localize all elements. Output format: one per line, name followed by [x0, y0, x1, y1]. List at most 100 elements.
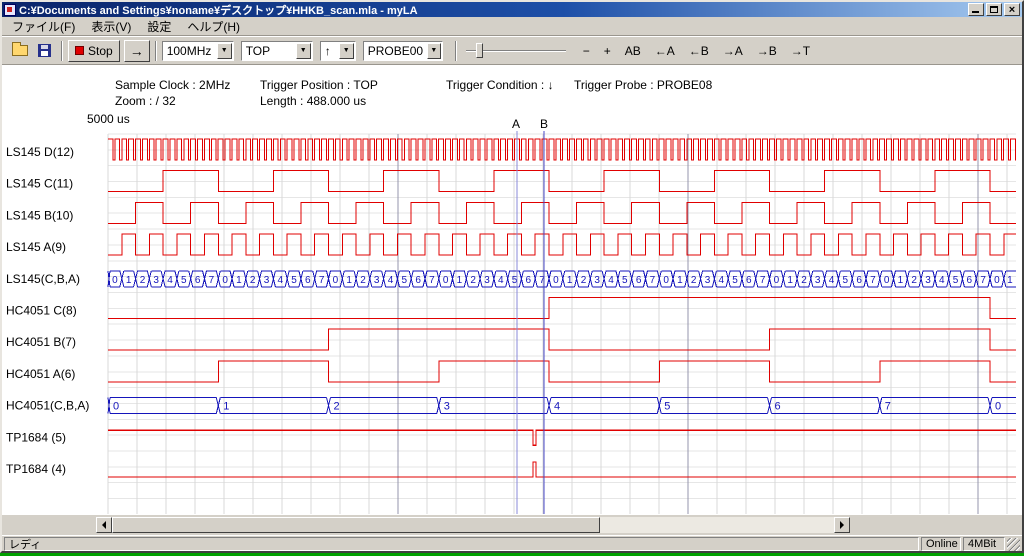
toolbar-separator [155, 41, 157, 61]
zoom-slider-thumb[interactable] [476, 43, 483, 58]
status-ready: レディ [4, 537, 919, 551]
trigger-position-select[interactable]: TOP ▼ [241, 41, 313, 61]
bus-value: 4 [388, 275, 394, 286]
title-bar[interactable]: C:¥Documents and Settings¥noname¥デスクトップ¥… [2, 2, 1022, 17]
bus-value: 5 [843, 275, 849, 286]
bus-value: 0 [553, 275, 559, 286]
bus-value: 6 [305, 275, 311, 286]
bus-value: 4 [498, 275, 504, 286]
sample-clock-value: 100MHz [163, 44, 217, 58]
app-icon [4, 4, 16, 16]
bus-value: 2 [140, 275, 146, 286]
app-window: C:¥Documents and Settings¥noname¥デスクトップ¥… [0, 0, 1024, 553]
waveform-pulse [108, 462, 1016, 477]
channel-label: LS145 B(10) [6, 208, 73, 222]
bus-value: 4 [278, 275, 284, 286]
open-folder-icon [12, 45, 28, 56]
resize-grip[interactable] [1007, 538, 1020, 551]
waveform-area[interactable]: LS145 D(12)LS145 C(11)LS145 B(10)LS145 A… [2, 65, 1022, 515]
scrollbar-thumb[interactable] [112, 517, 600, 533]
bus-value: 3 [705, 275, 711, 286]
goto-a-left-button[interactable]: ←A [650, 40, 680, 62]
bus-value: 5 [953, 275, 959, 286]
bus-value: 0 [222, 275, 228, 286]
channel-label: LS145 A(9) [6, 240, 66, 254]
save-button[interactable] [32, 40, 56, 62]
bus-value: 0 [884, 275, 890, 286]
bus-value: 2 [911, 275, 917, 286]
bus-value: 7 [650, 275, 656, 286]
stop-icon [75, 46, 84, 55]
channel-label: HC4051 A(6) [6, 367, 75, 381]
scroll-left-button[interactable] [96, 517, 112, 533]
toolbar-separator [61, 41, 63, 61]
window-title: C:¥Documents and Settings¥noname¥デスクトップ¥… [19, 2, 964, 18]
goto-a-right-button[interactable]: →A [718, 40, 748, 62]
bus-value: 7 [209, 275, 215, 286]
info-length: Length : 488.000 us [260, 94, 366, 108]
dropdown-arrow-icon[interactable]: ▼ [296, 43, 311, 59]
scroll-left-icon [98, 521, 106, 529]
bus-value: 0 [994, 275, 1000, 286]
info-sample-clock: Sample Clock : 2MHz [115, 78, 230, 92]
maximize-icon [990, 6, 998, 13]
channel-label: LS145 D(12) [6, 145, 74, 159]
bus-value: 5 [402, 275, 408, 286]
goto-b-right-button[interactable]: →B [752, 40, 782, 62]
trigger-probe-select[interactable]: PROBE00 ▼ [363, 41, 443, 61]
bus-value: 4 [829, 275, 835, 286]
cursor-a-label[interactable]: A [512, 117, 520, 131]
trigger-edge-select[interactable]: ↑ ▼ [320, 41, 356, 61]
run-button[interactable]: → [124, 40, 150, 62]
bus-value: 6 [746, 275, 752, 286]
dropdown-arrow-icon[interactable]: ▼ [339, 43, 354, 59]
stop-button[interactable]: Stop [68, 40, 120, 62]
info-trigger-position: Trigger Position : TOP [260, 78, 378, 92]
minimize-icon [972, 11, 979, 13]
waveform-client: LS145 D(12)LS145 C(11)LS145 B(10)LS145 A… [2, 65, 1022, 515]
bus-value: 4 [719, 275, 725, 286]
zoom-out-button[interactable]: − [578, 40, 595, 62]
scroll-right-icon [840, 521, 848, 529]
menu-view[interactable]: 表示(V) [83, 16, 139, 37]
menu-settings[interactable]: 設定 [139, 16, 179, 37]
bus-value: 3 [153, 275, 159, 286]
ab-button[interactable]: AB [620, 40, 646, 62]
goto-trigger-button[interactable]: →T [786, 40, 815, 62]
bus-value: 1 [457, 275, 463, 286]
bus-value: 4 [608, 275, 614, 286]
dropdown-arrow-icon[interactable]: ▼ [217, 43, 232, 59]
bus-value: 2 [581, 275, 587, 286]
bus-value: 6 [775, 401, 781, 413]
bus-value: 7 [760, 275, 766, 286]
bus-value: 6 [526, 275, 532, 286]
bus-value: 1 [567, 275, 573, 286]
bus-value: 6 [415, 275, 421, 286]
horizontal-scrollbar[interactable] [96, 517, 850, 533]
bus-value: 2 [334, 401, 340, 413]
bus-value: 2 [250, 275, 256, 286]
menu-help[interactable]: ヘルプ(H) [179, 16, 248, 37]
scroll-zone [2, 515, 1022, 535]
goto-b-left-button[interactable]: ←B [684, 40, 714, 62]
time-per-division-label: 5000 us [87, 112, 130, 126]
bus-value: 1 [236, 275, 242, 286]
menu-file[interactable]: ファイル(F) [4, 16, 83, 37]
toolbar-separator [455, 41, 457, 61]
zoom-slider[interactable] [466, 41, 566, 61]
open-button[interactable] [8, 40, 32, 62]
minimize-button[interactable] [968, 3, 984, 16]
close-button[interactable]: × [1004, 3, 1020, 16]
bus-value: 1 [346, 275, 352, 286]
dropdown-arrow-icon[interactable]: ▼ [427, 43, 441, 59]
cursor-b-label[interactable]: B [540, 117, 548, 131]
bus-value: 2 [801, 275, 807, 286]
bus-value: 2 [470, 275, 476, 286]
scroll-right-button[interactable] [834, 517, 850, 533]
info-trigger-probe: Trigger Probe : PROBE08 [574, 78, 712, 92]
maximize-button[interactable] [986, 3, 1002, 16]
zoom-in-button[interactable]: + [599, 40, 616, 62]
sample-clock-select[interactable]: 100MHz ▼ [162, 41, 234, 61]
channel-label: HC4051(C,B,A) [6, 399, 89, 413]
channel-label: HC4051 B(7) [6, 335, 76, 349]
